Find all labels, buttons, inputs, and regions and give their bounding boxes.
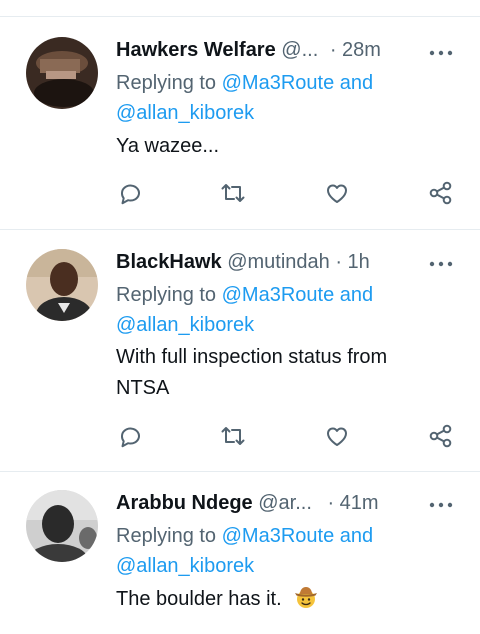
and-text: and — [334, 72, 374, 94]
tweet-text: The boulder has it. — [116, 584, 446, 615]
replying-to: Replying to @Ma3Route and @allan_kiborek — [116, 521, 446, 581]
replying-prefix: Replying to — [116, 72, 222, 94]
mention-link[interactable]: @Ma3Route — [222, 72, 335, 94]
reply-icon[interactable] — [116, 422, 144, 450]
mention-link[interactable]: @Ma3Route — [222, 525, 335, 547]
replying-to: Replying to @Ma3Route and @allan_kiborek — [116, 68, 446, 128]
replying-to: Replying to @Ma3Route and @allan_kiborek — [116, 280, 446, 340]
and-text: and — [334, 284, 374, 306]
tweet-time[interactable]: · 1h — [335, 251, 369, 273]
author-line: Arabbu Ndege @ar... · 41m — [116, 492, 379, 515]
retweet-icon[interactable] — [219, 179, 247, 207]
more-icon[interactable] — [428, 254, 454, 274]
tweet-time[interactable]: · 41m — [327, 492, 378, 514]
author-line: Hawkers Welfare @... · 28m — [116, 39, 381, 62]
mention-link[interactable]: @allan_kiborek — [116, 102, 254, 124]
tweet-text-line: NTSA — [116, 377, 170, 399]
tweet-text-line: With full inspection status from — [116, 346, 388, 368]
author-handle[interactable]: @ar... — [258, 492, 312, 514]
cowboy-emoji — [293, 584, 319, 610]
mention-link[interactable]: @Ma3Route — [222, 284, 335, 306]
tweet-hawkers-welfare[interactable]: Hawkers Welfare @... · 28m Replying to @… — [0, 17, 480, 229]
action-bar — [0, 179, 480, 209]
more-icon[interactable] — [428, 495, 454, 515]
avatar[interactable] — [26, 490, 98, 562]
tweet-text-body: The boulder has it. — [116, 588, 282, 610]
tweet-blackhawk[interactable]: BlackHawk @mutindah · 1h Replying to @Ma… — [0, 230, 480, 471]
tweet-time[interactable]: · 28m — [330, 39, 381, 61]
reply-icon[interactable] — [116, 179, 144, 207]
author-name[interactable]: BlackHawk — [116, 251, 222, 273]
share-icon[interactable] — [427, 422, 455, 450]
like-icon[interactable] — [323, 179, 351, 207]
author-name[interactable]: Arabbu Ndege — [116, 492, 253, 514]
tweet-arabbu-ndege[interactable]: Arabbu Ndege @ar... · 41m Replying to @M… — [0, 472, 480, 634]
tweet-text: Ya wazee... — [116, 135, 220, 157]
author-line: BlackHawk @mutindah · 1h — [116, 251, 370, 274]
mention-link[interactable]: @allan_kiborek — [116, 314, 254, 336]
mention-link[interactable]: @allan_kiborek — [116, 555, 254, 577]
share-icon[interactable] — [427, 179, 455, 207]
avatar[interactable] — [26, 37, 98, 109]
author-name[interactable]: Hawkers Welfare — [116, 39, 276, 61]
author-handle[interactable]: @... — [281, 39, 318, 61]
and-text: and — [334, 525, 374, 547]
author-handle[interactable]: @mutindah — [227, 251, 330, 273]
replying-prefix: Replying to — [116, 525, 222, 547]
like-icon[interactable] — [323, 422, 351, 450]
replying-prefix: Replying to — [116, 284, 222, 306]
more-icon[interactable] — [428, 43, 454, 63]
retweet-icon[interactable] — [219, 422, 247, 450]
avatar[interactable] — [26, 249, 98, 321]
tweet-text: With full inspection status from NTSA — [116, 342, 446, 404]
action-bar — [0, 422, 480, 452]
